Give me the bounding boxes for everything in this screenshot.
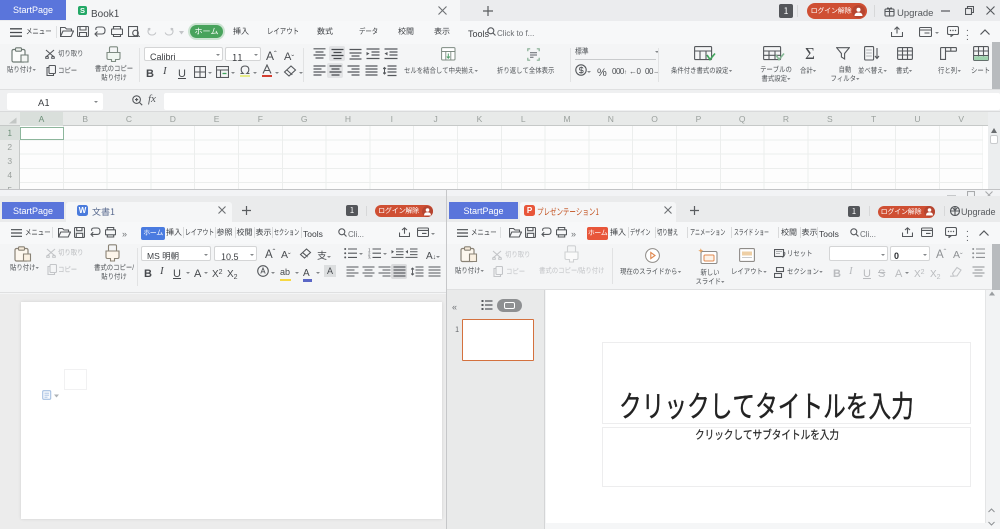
svg-text:3: 3 [368,256,371,260]
